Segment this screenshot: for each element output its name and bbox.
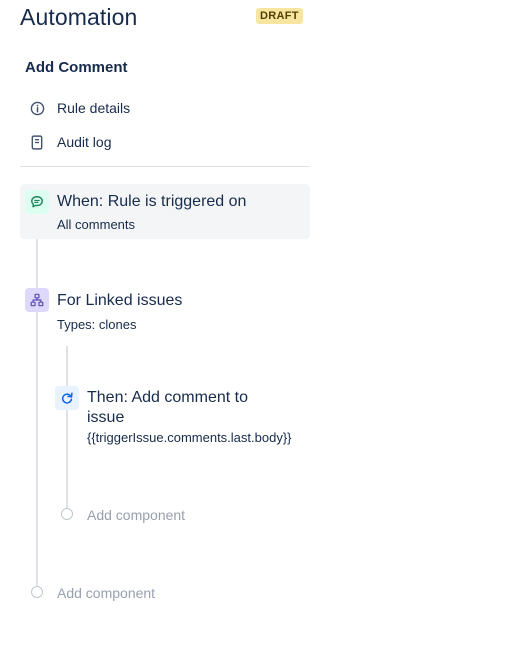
add-component-dot-outer[interactable] (31, 586, 43, 598)
rule-details-label: Rule details (57, 100, 131, 116)
branch-title[interactable]: For Linked issues (57, 291, 182, 311)
action-title-line2[interactable]: issue (87, 408, 124, 428)
refresh-icon[interactable] (55, 386, 79, 410)
flow-connector-inner (66, 346, 68, 510)
document-icon (28, 133, 46, 151)
branch-icon[interactable] (25, 288, 49, 312)
trigger-subtitle: All comments (57, 217, 136, 232)
add-component-outer[interactable]: Add component (57, 585, 155, 601)
audit-log-link[interactable]: Audit log (28, 131, 111, 153)
rule-details-link[interactable]: Rule details (28, 97, 130, 119)
rule-name: Add Comment (25, 59, 128, 76)
action-title-line1[interactable]: Then: Add comment to (87, 388, 248, 408)
branch-subtitle: Types: clones (57, 317, 137, 332)
flow-connector-outer (36, 212, 38, 586)
divider (20, 166, 310, 167)
status-badge: DRAFT (256, 8, 303, 24)
automation-panel: Automation DRAFT Add Comment Rule detail… (0, 0, 510, 656)
comment-icon (25, 190, 49, 214)
add-component-dot-inner[interactable] (61, 508, 73, 520)
action-subtitle: {{triggerIssue.comments.last.body}} (87, 430, 292, 445)
page-title: Automation (20, 4, 138, 30)
trigger-title: When: Rule is triggered on (57, 193, 247, 210)
audit-log-label: Audit log (57, 134, 112, 150)
add-component-inner[interactable]: Add component (87, 507, 185, 523)
info-icon (28, 99, 46, 117)
